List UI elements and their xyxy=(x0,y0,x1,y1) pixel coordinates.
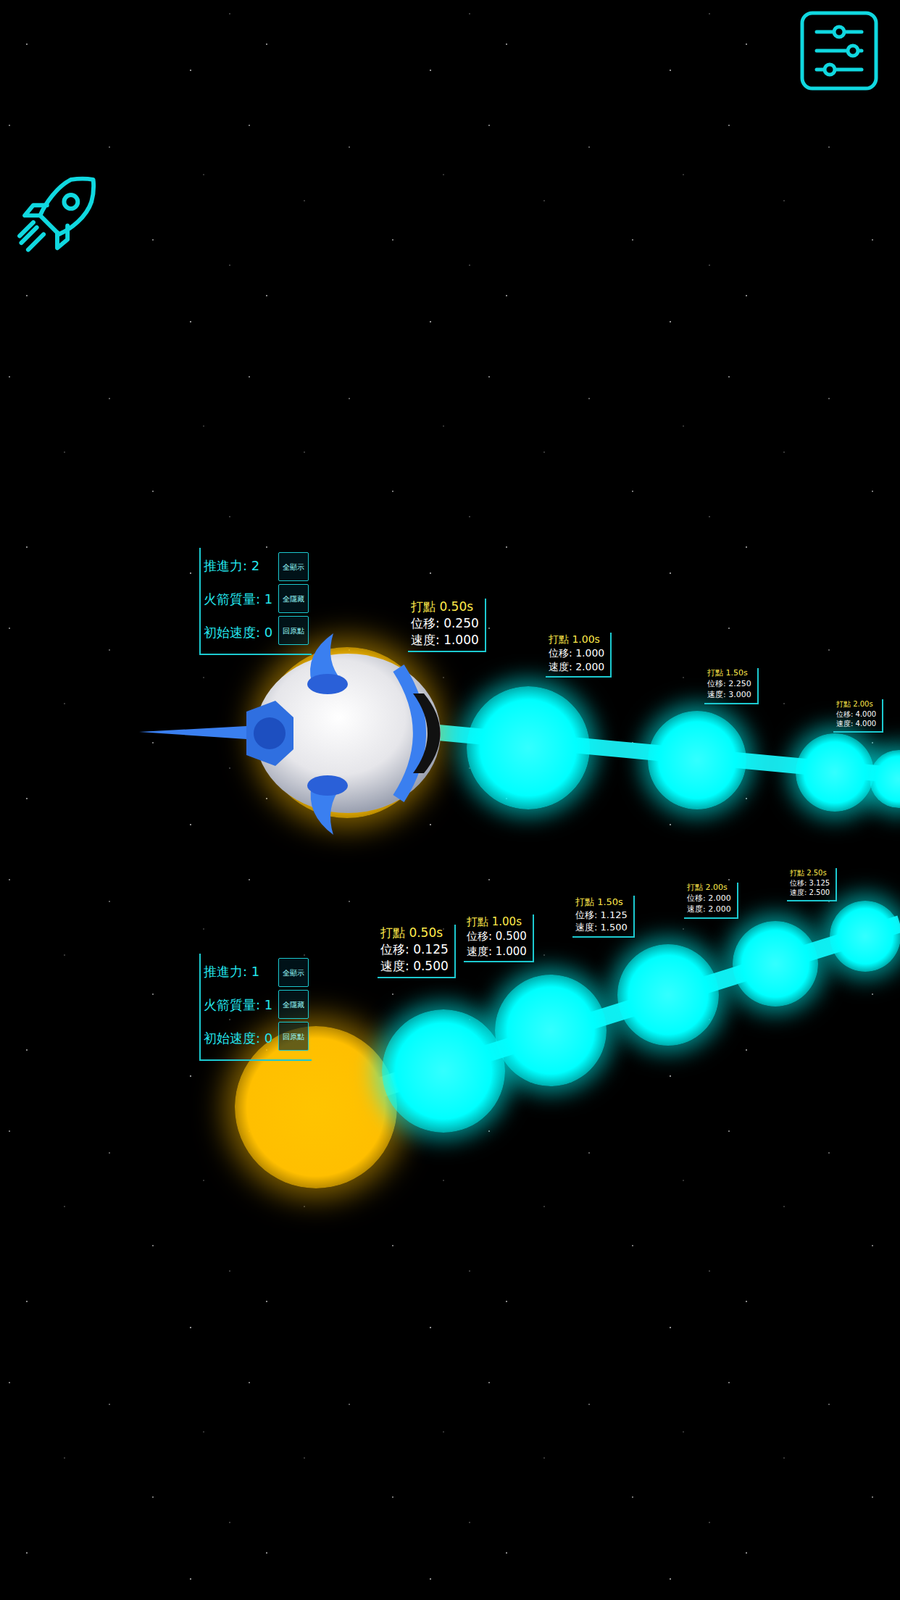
time-dot xyxy=(381,1009,506,1133)
rocket-icon[interactable] xyxy=(14,171,100,257)
marker-time: 打點 2.00s xyxy=(686,882,732,894)
marker-displacement: 位移: 1.000 xyxy=(548,646,605,661)
marker-displacement: 位移: 3.125 xyxy=(789,878,830,889)
marker-label: 打點 0.50s位移: 0.125速度: 0.500 xyxy=(377,924,456,979)
marker-velocity: 速度: 1.500 xyxy=(575,921,628,935)
marker-velocity: 速度: 2.000 xyxy=(686,904,732,916)
marker-velocity: 速度: 0.500 xyxy=(380,957,449,975)
parameter-label: 火箭質量: 1 xyxy=(203,582,273,616)
marker-velocity: 速度: 1.000 xyxy=(466,944,527,959)
marker-time: 打點 2.50s xyxy=(789,868,830,879)
marker-displacement: 位移: 4.000 xyxy=(836,709,877,720)
marker-displacement: 位移: 1.125 xyxy=(575,908,628,922)
rocket-icon[interactable] xyxy=(137,624,450,843)
time-dot xyxy=(829,900,900,972)
marker-velocity: 速度: 1.000 xyxy=(410,631,479,649)
marker-label: 打點 1.00s位移: 0.500速度: 1.000 xyxy=(463,914,535,963)
parameter-list: 推進力: 2火箭質量: 1初始速度: 0 xyxy=(203,549,273,650)
button-list: 全顯示全隱藏回原點 xyxy=(278,955,309,1056)
settings-icon[interactable] xyxy=(799,10,879,92)
rocket[interactable] xyxy=(137,624,450,843)
marker-label: 打點 2.00s位移: 2.000速度: 2.000 xyxy=(684,882,739,919)
marker-label: 打點 1.50s位移: 2.250速度: 3.000 xyxy=(704,668,759,705)
time-dot xyxy=(494,974,607,1087)
marker-label: 打點 1.00s位移: 1.000速度: 2.000 xyxy=(545,632,612,678)
parameter-label: 推進力: 2 xyxy=(203,549,273,583)
time-dot xyxy=(617,944,719,1046)
marker-time: 打點 0.50s xyxy=(410,598,479,616)
marker-displacement: 位移: 0.250 xyxy=(410,615,479,632)
panel-button[interactable]: 回原點 xyxy=(278,1021,309,1051)
marker-velocity: 速度: 4.000 xyxy=(836,718,877,729)
marker-time: 打點 2.00s xyxy=(836,699,877,710)
marker-label: 打點 0.50s位移: 0.250速度: 1.000 xyxy=(407,598,487,653)
panel-button[interactable]: 回原點 xyxy=(278,615,309,645)
marker-label: 打點 1.50s位移: 1.125速度: 1.500 xyxy=(572,895,635,938)
panel-button[interactable]: 全隱藏 xyxy=(278,584,309,614)
parameter-panel: 推進力: 2火箭質量: 1初始速度: 0全顯示全隱藏回原點 xyxy=(199,547,312,656)
time-dot xyxy=(466,686,590,810)
time-dot xyxy=(795,733,874,812)
button-list: 全顯示全隱藏回原點 xyxy=(278,549,309,650)
marker-label: 打點 2.50s位移: 3.125速度: 2.500 xyxy=(786,868,837,902)
panel-button[interactable]: 全隱藏 xyxy=(278,989,309,1019)
parameter-label: 火箭質量: 1 xyxy=(203,988,273,1022)
parameter-label: 推進力: 1 xyxy=(203,955,273,989)
marker-time: 打點 1.00s xyxy=(548,632,605,647)
marker-time: 打點 1.50s xyxy=(575,895,628,909)
time-dot xyxy=(732,921,819,1007)
time-dot xyxy=(869,750,900,808)
parameter-list: 推進力: 1火箭質量: 1初始速度: 0 xyxy=(203,955,273,1056)
parameter-panel: 推進力: 1火箭質量: 1初始速度: 0全顯示全隱藏回原點 xyxy=(199,953,312,1061)
time-dot xyxy=(647,710,747,810)
marker-time: 打點 1.00s xyxy=(466,914,527,929)
marker-displacement: 位移: 0.125 xyxy=(380,941,449,958)
track-lines xyxy=(0,0,900,1600)
marker-displacement: 位移: 0.500 xyxy=(466,928,527,944)
marker-velocity: 速度: 2.500 xyxy=(789,887,830,898)
marker-velocity: 速度: 3.000 xyxy=(707,689,752,701)
start-glow xyxy=(234,1026,398,1189)
marker-velocity: 速度: 2.000 xyxy=(548,660,605,674)
marker-time: 打點 0.50s xyxy=(380,924,449,942)
panel-button[interactable]: 全顯示 xyxy=(278,957,309,987)
panel-button[interactable]: 全顯示 xyxy=(278,552,309,582)
parameter-label: 初始速度: 0 xyxy=(203,615,273,650)
marker-time: 打點 1.50s xyxy=(707,668,752,679)
marker-displacement: 位移: 2.000 xyxy=(686,893,732,905)
space-stage: 推進力: 2火箭質量: 1初始速度: 0全顯示全隱藏回原點打點 0.50s位移:… xyxy=(0,0,900,1600)
marker-label: 打點 2.00s位移: 4.000速度: 4.000 xyxy=(833,699,884,733)
marker-displacement: 位移: 2.250 xyxy=(707,678,752,690)
parameter-label: 初始速度: 0 xyxy=(203,1021,273,1056)
